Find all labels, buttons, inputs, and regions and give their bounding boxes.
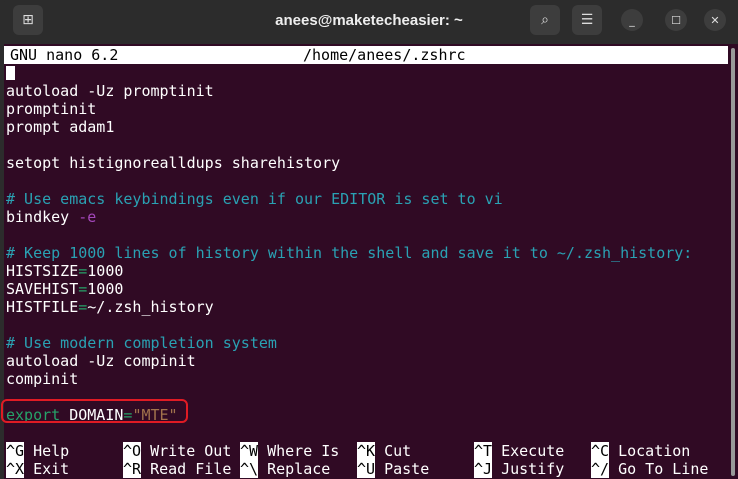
code-line: HISTFILE=~/.zsh_history bbox=[6, 298, 692, 316]
hamburger-menu-icon: ☰ bbox=[580, 12, 594, 28]
code-token: = bbox=[78, 298, 88, 316]
code-token: 1000 bbox=[87, 262, 124, 280]
code-token: autoload -Uz promptinit bbox=[6, 82, 214, 100]
shortcut-key: ^R bbox=[123, 460, 142, 478]
shortcut-label: Write Out bbox=[150, 442, 232, 460]
code-token: bindkey bbox=[6, 208, 79, 226]
nano-version: GNU nano 6.2 bbox=[10, 46, 119, 64]
minimize-button[interactable]: _ bbox=[621, 9, 643, 31]
shortcut-label: Replace bbox=[267, 460, 331, 478]
code-line: autoload -Uz compinit bbox=[6, 352, 692, 370]
code-line: bindkey -e bbox=[6, 208, 692, 226]
shortcut-label: Where Is bbox=[267, 442, 340, 460]
code-line: # Use modern completion system bbox=[6, 334, 692, 352]
shortcut-cut[interactable]: ^K Cut bbox=[357, 442, 474, 460]
code-token: # Use modern completion system bbox=[6, 334, 277, 352]
code-line: compinit bbox=[6, 370, 692, 388]
shortcut-execute[interactable]: ^T Execute bbox=[474, 442, 591, 460]
shortcut-justify[interactable]: ^J Justify bbox=[474, 460, 591, 478]
code-token: # Use emacs keybindings even if our EDIT… bbox=[6, 190, 503, 208]
shortcut-key: ^\ bbox=[240, 460, 259, 478]
shortcut-label: Location bbox=[618, 442, 691, 460]
window-titlebar: ⊞ anees@maketecheasier: ~ ⌕ ☰ _ ☐ ✕ bbox=[0, 0, 738, 44]
shortcut-paste[interactable]: ^U Paste bbox=[357, 460, 474, 478]
terminal-area[interactable]: GNU nano 6.2 /home/anees/.zshrc autoload… bbox=[1, 44, 728, 479]
shortcut-key: ^J bbox=[474, 460, 493, 478]
shortcut-key: ^O bbox=[123, 442, 142, 460]
shortcut-replace[interactable]: ^\ Replace bbox=[240, 460, 357, 478]
shortcut-label: Read File bbox=[150, 460, 232, 478]
search-button[interactable]: ⌕ bbox=[530, 5, 560, 35]
shortcut-where-is[interactable]: ^W Where Is bbox=[240, 442, 357, 460]
code-line: setopt histignorealldups sharehistory bbox=[6, 154, 692, 172]
shortcut-go-to-line[interactable]: ^/ Go To Line bbox=[591, 460, 708, 478]
code-line: prompt adam1 bbox=[6, 118, 692, 136]
code-token: promptinit bbox=[6, 100, 97, 118]
maximize-button[interactable]: ☐ bbox=[665, 9, 687, 31]
code-line: SAVEHIST=1000 bbox=[6, 280, 692, 298]
code-token: # Keep 1000 lines of history within the … bbox=[6, 244, 693, 262]
shortcut-key: ^X bbox=[6, 460, 25, 478]
search-icon: ⌕ bbox=[541, 12, 549, 28]
shortcut-exit[interactable]: ^X Exit bbox=[6, 460, 123, 478]
shortcut-key: ^C bbox=[591, 442, 610, 460]
shortcut-help[interactable]: ^G Help bbox=[6, 442, 123, 460]
shortcut-label: Help bbox=[33, 442, 70, 460]
shortcut-location[interactable]: ^C Location bbox=[591, 442, 708, 460]
code-token: SAVEHIST bbox=[6, 280, 79, 298]
shortcut-key: ^/ bbox=[591, 460, 610, 478]
file-content[interactable]: autoload -Uz promptinit promptinit prompt … bbox=[6, 82, 692, 424]
shortcut-key: ^W bbox=[240, 442, 259, 460]
nano-header: GNU nano 6.2 /home/anees/.zshrc bbox=[4, 46, 728, 64]
menu-button[interactable]: ☰ bbox=[572, 5, 602, 35]
maximize-icon: ☐ bbox=[671, 13, 681, 27]
shortcut-label: Exit bbox=[33, 460, 70, 478]
code-token: ~/.zsh_history bbox=[87, 298, 214, 316]
shortcut-key: ^K bbox=[357, 442, 376, 460]
code-token: = bbox=[78, 262, 88, 280]
scrollbar-thumb[interactable] bbox=[731, 48, 735, 476]
minimize-icon: _ bbox=[629, 13, 635, 27]
shortcut-key: ^T bbox=[474, 442, 493, 460]
nano-filename: /home/anees/.zshrc bbox=[303, 46, 466, 64]
shortcut-label: Justify bbox=[501, 460, 565, 478]
code-token: autoload -Uz compinit bbox=[6, 352, 196, 370]
code-line: HISTSIZE=1000 bbox=[6, 262, 692, 280]
shortcut-label: Go To Line bbox=[618, 460, 709, 478]
close-icon: ✕ bbox=[710, 13, 720, 27]
code-line: # Keep 1000 lines of history within the … bbox=[6, 244, 692, 262]
code-token: setopt histignorealldups sharehistory bbox=[6, 154, 341, 172]
shortcut-key: ^U bbox=[357, 460, 376, 478]
code-token: HISTFILE bbox=[6, 298, 79, 316]
text-cursor bbox=[6, 66, 15, 80]
code-token: prompt adam1 bbox=[6, 118, 115, 136]
shortcut-key: ^G bbox=[6, 442, 25, 460]
shortcut-read-file[interactable]: ^R Read File bbox=[123, 460, 240, 478]
close-button[interactable]: ✕ bbox=[704, 9, 726, 31]
code-token: 1000 bbox=[87, 280, 124, 298]
code-line: promptinit bbox=[6, 100, 692, 118]
shortcut-label: Execute bbox=[501, 442, 565, 460]
shortcut-label: Cut bbox=[384, 442, 412, 460]
shortcut-write-out[interactable]: ^O Write Out bbox=[123, 442, 240, 460]
code-token: = bbox=[78, 280, 88, 298]
code-line: # Use emacs keybindings even if our EDIT… bbox=[6, 190, 692, 208]
code-token: -e bbox=[78, 208, 97, 226]
shortcut-label: Paste bbox=[384, 460, 430, 478]
code-line: autoload -Uz promptinit bbox=[6, 82, 692, 100]
code-token: compinit bbox=[6, 370, 79, 388]
highlight-box bbox=[1, 399, 188, 423]
code-token: HISTSIZE bbox=[6, 262, 79, 280]
